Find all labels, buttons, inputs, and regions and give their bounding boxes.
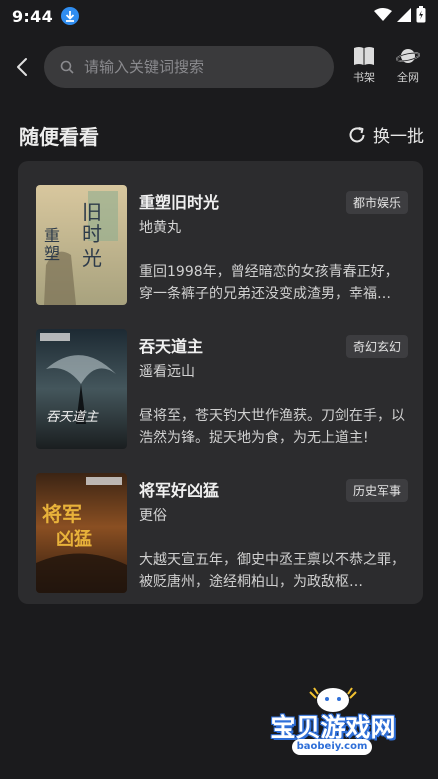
svg-text:凶猛: 凶猛	[56, 528, 92, 550]
svg-text:塑: 塑	[44, 244, 60, 263]
refresh-icon	[349, 126, 365, 142]
wifi-icon	[374, 7, 392, 26]
book-cover[interactable]: 将军 凶猛	[36, 473, 127, 593]
back-arrow-icon	[17, 58, 27, 76]
planet-icon	[396, 49, 420, 63]
cover-title-art: 旧	[82, 200, 102, 224]
network-button[interactable]: 全网	[388, 46, 428, 90]
svg-text:光: 光	[82, 246, 102, 270]
svg-text:时: 时	[82, 222, 102, 246]
svg-text:将军: 将军	[42, 502, 82, 526]
book-title: 重塑旧时光	[139, 193, 220, 212]
site-watermark: 宝贝游戏网 baobeiy.com	[262, 684, 404, 764]
book-cover[interactable]: 吞天道主	[36, 329, 127, 449]
book-tag: 都市娱乐	[345, 191, 408, 214]
top-bar: 书架 全网	[0, 44, 438, 90]
status-time: 9:44	[12, 6, 53, 26]
book-tag: 奇幻玄幻	[345, 335, 408, 358]
book-author: 遥看远山	[139, 364, 195, 380]
search-input[interactable]	[84, 58, 304, 76]
book-tag: 历史军事	[345, 479, 408, 502]
book-list-card: 旧 时 光 重 塑 重塑旧时光 地黄丸 都市娱乐 重回1998年，曾经暗恋的女孩…	[18, 161, 423, 604]
battery-icon	[416, 5, 426, 27]
book-item[interactable]: 吞天道主 吞天道主 遥看远山 奇幻玄幻 昼将至，苍天钓大世作渔获。刀剑在手，以浩…	[36, 329, 408, 451]
book-cover[interactable]: 旧 时 光 重 塑	[36, 185, 127, 305]
book-author: 更俗	[139, 508, 167, 524]
refresh-button[interactable]: 换一批	[347, 122, 424, 147]
book-description: 重回1998年，曾经暗恋的女孩青春正好，穿一条裤子的兄弟还没变成渣男，幸福…	[139, 264, 399, 302]
bookshelf-icon	[354, 47, 374, 65]
svg-text:吞天道主: 吞天道主	[46, 410, 99, 425]
status-bar: 9:44	[0, 0, 438, 32]
signal-icon	[397, 7, 411, 26]
back-button[interactable]	[8, 52, 36, 82]
book-item[interactable]: 将军 凶猛 将军好凶猛 更俗 历史军事 大越天宣五年，御史中丞王禀以不恭之罪，被…	[36, 473, 408, 595]
search-bar[interactable]	[44, 46, 334, 88]
bookshelf-label: 书架	[353, 71, 375, 84]
book-description: 大越天宣五年，御史中丞王禀以不恭之罪，被贬唐州，途经桐柏山，为政敌枢…	[139, 552, 405, 590]
section-title: 随便看看	[19, 125, 99, 149]
refresh-label: 换一批	[373, 127, 424, 147]
book-author: 地黄丸	[139, 220, 181, 236]
network-label: 全网	[397, 71, 419, 84]
book-description: 昼将至，苍天钓大世作渔获。刀剑在手，以浩然为锋。捉天地为食，为无上道主!	[139, 408, 405, 446]
book-title: 吞天道主	[139, 337, 204, 356]
search-icon	[60, 60, 74, 74]
svg-text:重: 重	[44, 226, 60, 245]
book-item[interactable]: 旧 时 光 重 塑 重塑旧时光 地黄丸 都市娱乐 重回1998年，曾经暗恋的女孩…	[36, 185, 408, 307]
bookshelf-button[interactable]: 书架	[344, 46, 384, 90]
watermark-url: baobeiy.com	[292, 739, 372, 755]
download-icon	[61, 7, 79, 25]
book-title: 将军好凶猛	[139, 481, 220, 500]
